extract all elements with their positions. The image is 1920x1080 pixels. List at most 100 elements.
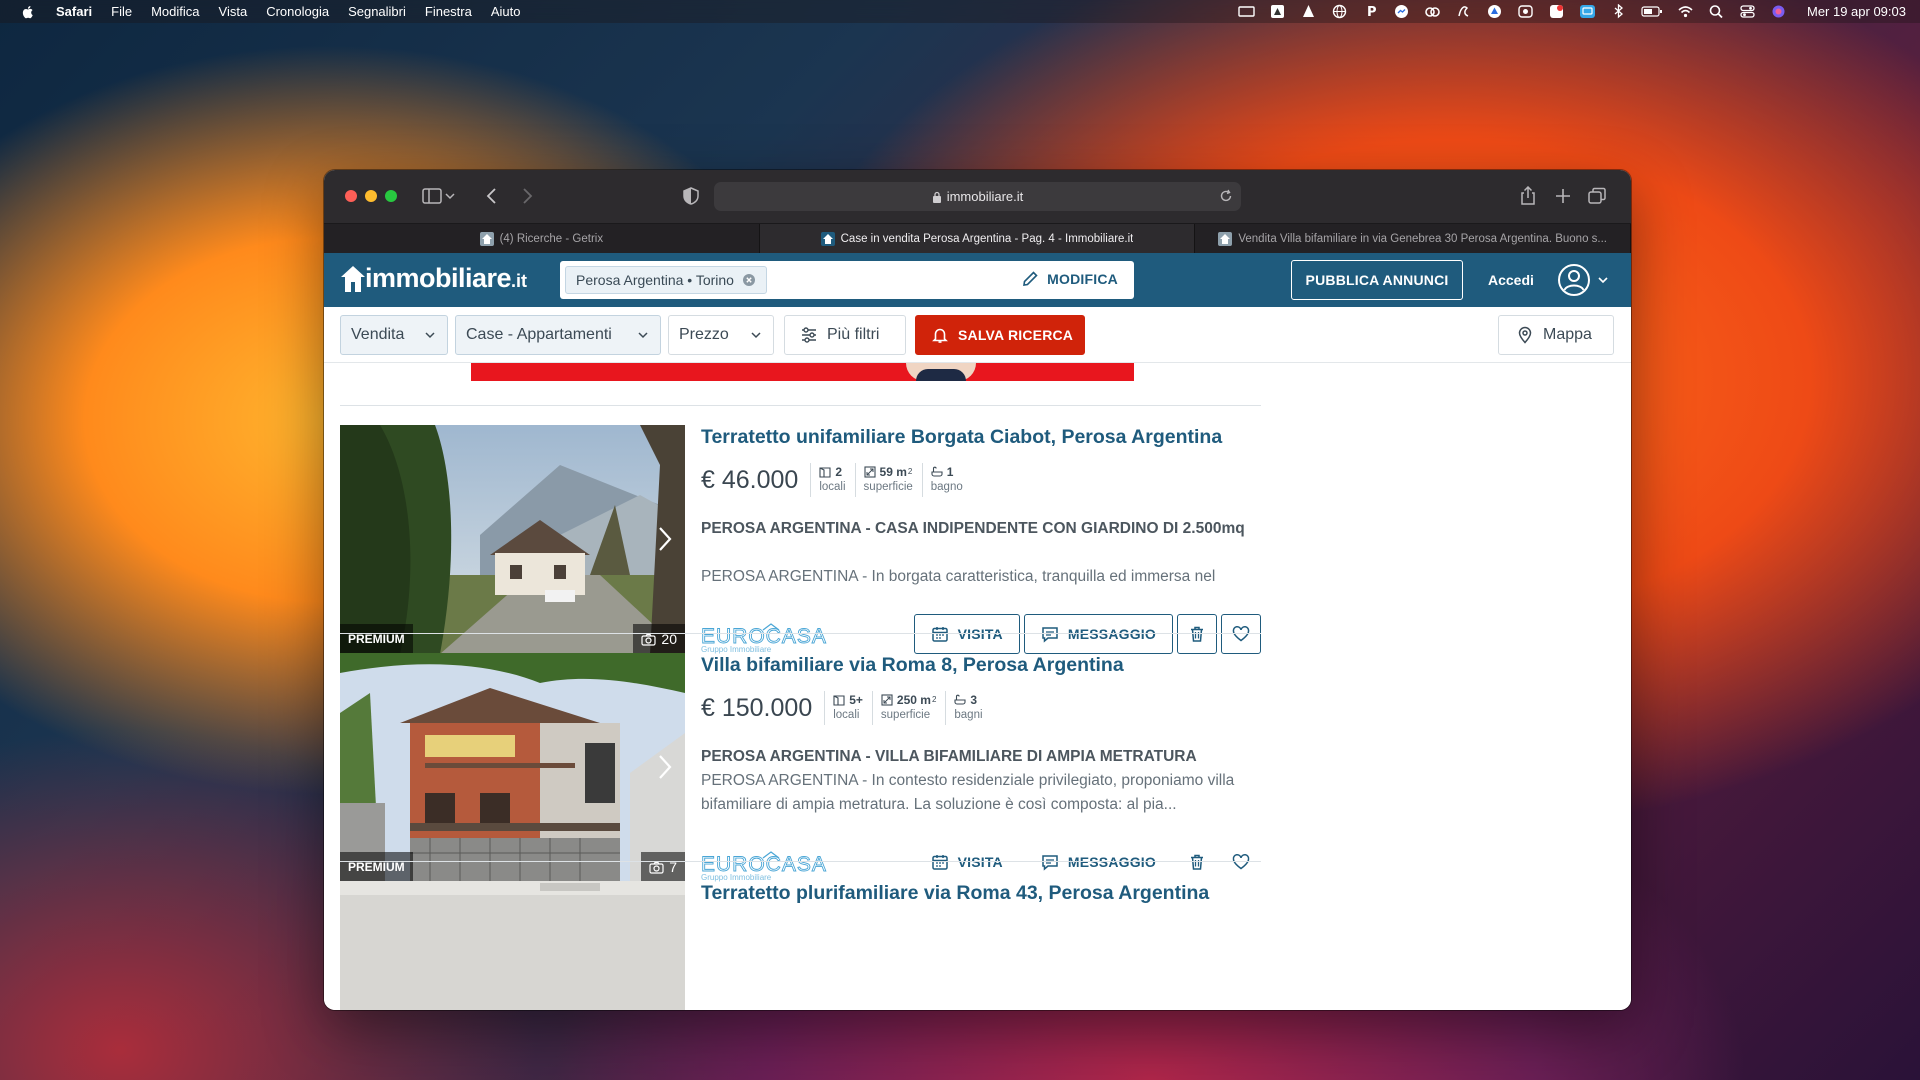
accedi-link[interactable]: Accedi (1488, 272, 1534, 288)
modifica-button[interactable]: MODIFICA (1021, 270, 1118, 288)
listing-card[interactable]: PREMIUM 20 Terratetto unifamiliare Borga… (340, 425, 1261, 654)
pubblica-annunci-button[interactable]: PUBBLICA ANNUNCI (1291, 260, 1463, 300)
display-icon[interactable] (1238, 4, 1255, 19)
menu-file[interactable]: File (111, 4, 132, 19)
listing-photo[interactable]: PREMIUM 20 (340, 425, 685, 654)
pencil-icon (1023, 271, 1038, 286)
menu-cronologia[interactable]: Cronologia (266, 4, 329, 19)
chevron-down-icon (425, 332, 435, 339)
filter-bar: Vendita Case - Appartamenti Prezzo Più f… (324, 307, 1631, 363)
divider (340, 861, 1261, 862)
listing-title[interactable]: Terratetto plurifamiliare via Roma 43, P… (701, 882, 1261, 905)
vlc-icon[interactable] (1300, 4, 1317, 19)
script-icon[interactable] (1455, 4, 1472, 19)
bathtub-icon (931, 466, 943, 477)
svg-text:P: P (1367, 5, 1377, 19)
area-icon (881, 693, 893, 706)
immobiliare-logo[interactable]: immobiliare .it (340, 263, 527, 294)
more-filters-button[interactable]: Più filtri (784, 315, 906, 355)
listing-title[interactable]: Terratetto unifamiliare Borgata Ciabot, … (701, 426, 1261, 449)
divider (340, 405, 1261, 406)
forward-icon[interactable] (516, 186, 538, 206)
reload-icon[interactable] (1219, 189, 1233, 203)
agency-logo[interactable]: EUROCASA Gruppo Immobiliare (701, 621, 837, 655)
agency-logo[interactable]: EUROCASA Gruppo Immobiliare (701, 849, 837, 883)
siri-icon[interactable] (1770, 4, 1787, 19)
drive-icon[interactable] (1486, 4, 1503, 19)
menu-finestra[interactable]: Finestra (425, 4, 472, 19)
visit-button[interactable]: VISITA (913, 842, 1020, 882)
tab-getrix[interactable]: (4) Ricerche - Getrix (324, 224, 760, 253)
globe-icon[interactable] (1331, 4, 1348, 19)
p-app-icon[interactable]: P (1362, 4, 1379, 19)
category-select[interactable]: Case - Appartamenti (455, 315, 661, 355)
next-photo-icon[interactable] (657, 525, 673, 553)
rooms-feature: 2 locali (810, 463, 854, 497)
bathrooms-feature: 3 bagni (945, 691, 991, 725)
location-chip[interactable]: Perosa Argentina • Torino (565, 266, 767, 294)
share-icon[interactable] (1517, 186, 1539, 206)
battery-icon[interactable] (1641, 4, 1663, 19)
cloud-sync-icon[interactable] (1517, 4, 1534, 19)
chevron-down-icon[interactable] (444, 186, 456, 206)
menu-safari[interactable]: Safari (56, 4, 92, 19)
chevron-down-icon (751, 332, 761, 339)
adobe-icon[interactable] (1269, 4, 1286, 19)
tab-overview-icon[interactable] (1586, 186, 1608, 206)
hide-listing-button[interactable] (1177, 614, 1217, 654)
listing-card[interactable]: PREMIUM 7 Villa bifamiliare via Roma 8, … (340, 653, 1261, 882)
door-icon (833, 694, 845, 706)
wifi-icon[interactable] (1677, 4, 1694, 19)
sidebar-icon[interactable] (421, 186, 443, 206)
apple-logo-icon[interactable] (20, 4, 36, 20)
listing-title[interactable]: Villa bifamiliare via Roma 8, Perosa Arg… (701, 654, 1261, 677)
user-menu[interactable] (1557, 263, 1609, 297)
remove-location-icon[interactable] (742, 273, 756, 287)
next-photo-icon[interactable] (657, 753, 673, 781)
location-search-box[interactable]: Perosa Argentina • Torino MODIFICA (560, 261, 1134, 299)
spotlight-search-icon[interactable] (1708, 4, 1725, 19)
area-icon (863, 465, 876, 478)
save-favorite-button[interactable] (1221, 842, 1261, 882)
message-button[interactable]: MESSAGGIO (1023, 614, 1173, 654)
tab-villa-bifamiliare[interactable]: Vendita Villa bifamiliare in via Genebre… (1195, 224, 1631, 253)
listing-photo[interactable] (340, 881, 685, 1010)
close-window-button[interactable] (345, 190, 357, 202)
control-center-icon[interactable] (1739, 4, 1756, 19)
calendar-icon (931, 627, 948, 642)
messenger-icon[interactable] (1393, 4, 1410, 19)
menu-modifica[interactable]: Modifica (151, 4, 199, 19)
advertisement-banner[interactable] (471, 363, 1134, 381)
menu-vista[interactable]: Vista (219, 4, 248, 19)
listing-card[interactable]: Terratetto plurifamiliare via Roma 43, P… (340, 881, 1261, 1010)
zoom-window-button[interactable] (385, 190, 397, 202)
address-bar[interactable]: immobiliare.it (714, 182, 1241, 211)
price-select[interactable]: Prezzo (668, 315, 774, 355)
save-search-button[interactable]: SALVA RICERCA (915, 315, 1085, 355)
privacy-shield-icon[interactable] (680, 186, 702, 206)
bluetooth-icon[interactable] (1610, 4, 1627, 19)
minimize-window-button[interactable] (365, 190, 377, 202)
lock-icon (932, 191, 941, 203)
menubar-clock[interactable]: Mer 19 apr 09:03 (1807, 4, 1906, 19)
hide-listing-button[interactable] (1177, 842, 1217, 882)
visit-button[interactable]: VISITA (913, 614, 1020, 654)
menu-segnalibri[interactable]: Segnalibri (348, 4, 406, 19)
message-button[interactable]: MESSAGGIO (1023, 842, 1173, 882)
screen-share-icon[interactable] (1579, 4, 1596, 19)
menu-aiuto[interactable]: Aiuto (491, 4, 521, 19)
listing-price: € 150.000 (701, 694, 813, 722)
save-favorite-button[interactable] (1221, 614, 1261, 654)
map-button[interactable]: Mappa (1498, 315, 1614, 355)
back-icon[interactable] (481, 186, 503, 206)
advertisement-person-image (906, 363, 976, 381)
new-tab-icon[interactable] (1552, 186, 1574, 206)
contract-select[interactable]: Vendita (340, 315, 448, 355)
creative-cloud-icon[interactable] (1424, 4, 1441, 19)
listing-photo[interactable]: PREMIUM 7 (340, 653, 685, 882)
notification-app-icon[interactable] (1548, 4, 1565, 19)
tab-case-in-vendita[interactable]: Case in vendita Perosa Argentina - Pag. … (759, 224, 1196, 253)
chevron-down-icon (638, 332, 648, 339)
house-photo-image (340, 881, 685, 1010)
chat-icon (1042, 627, 1058, 643)
